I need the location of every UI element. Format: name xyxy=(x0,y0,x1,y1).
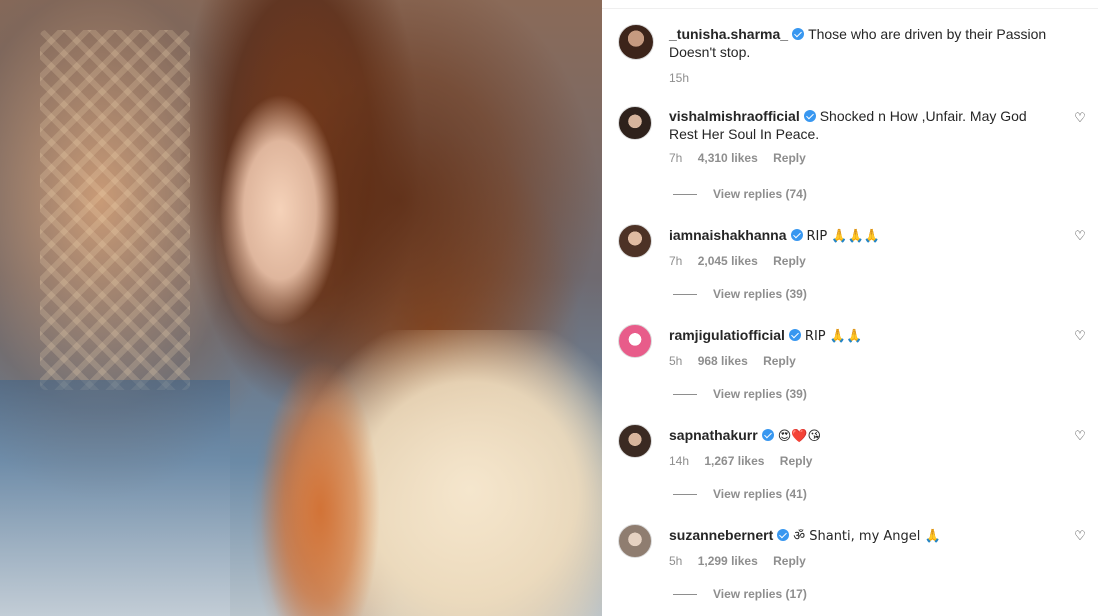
comment-time[interactable]: 5h xyxy=(669,554,682,568)
comment-text: RIP 🙏🙏🙏 xyxy=(806,229,880,244)
heart-outline-icon[interactable]: ♡ xyxy=(1073,111,1087,125)
comment-likes[interactable]: 1,299 likes xyxy=(698,554,758,568)
post-photo[interactable] xyxy=(0,0,602,616)
commenter-username[interactable]: sapnathakurr xyxy=(669,427,758,443)
commenter-username[interactable]: ramjigulatiofficial xyxy=(669,327,785,343)
reply-button[interactable]: Reply xyxy=(773,554,806,568)
commenter-avatar[interactable] xyxy=(618,224,652,258)
comment-likes[interactable]: 4,310 likes xyxy=(698,151,758,165)
author-avatar[interactable] xyxy=(618,24,654,60)
commenter-username[interactable]: iamnaishakhanna xyxy=(669,227,787,243)
heart-outline-icon[interactable]: ♡ xyxy=(1073,429,1087,443)
comment-item: ramjigulatiofficial RIP 🙏🙏 5h 968 likes R… xyxy=(618,324,1098,414)
author-username[interactable]: _tunisha.sharma_ xyxy=(669,26,788,42)
comment-likes[interactable]: 2,045 likes xyxy=(698,254,758,268)
replies-dash xyxy=(673,293,697,295)
reply-button[interactable]: Reply xyxy=(773,254,806,268)
commenter-avatar[interactable] xyxy=(618,424,652,458)
verified-badge-icon xyxy=(761,429,774,441)
heart-outline-icon[interactable]: ♡ xyxy=(1073,529,1087,543)
view-replies-button[interactable]: View replies (41) xyxy=(673,487,807,501)
comment-time[interactable]: 7h xyxy=(669,254,682,268)
view-replies-label: View replies (41) xyxy=(713,487,807,501)
comment-item: vishalmishraofficial Shocked n How ,Unfai… xyxy=(618,106,1098,206)
heart-outline-icon[interactable]: ♡ xyxy=(1073,229,1087,243)
background-carving xyxy=(40,30,190,390)
comment-text: 😍❤️😘 xyxy=(777,429,821,444)
commenter-username[interactable]: suzannebernert xyxy=(669,527,773,543)
comment-item: suzannebernert ॐ Shanti, my Angel 🙏 5h 1,… xyxy=(618,524,1098,614)
verified-badge-icon xyxy=(790,229,803,241)
comment-time[interactable]: 5h xyxy=(669,354,682,368)
comment-likes[interactable]: 1,267 likes xyxy=(704,454,764,468)
comment-text: RIP 🙏🙏 xyxy=(804,329,863,344)
verified-badge-icon xyxy=(792,28,805,40)
comment-time[interactable]: 7h xyxy=(669,151,682,165)
heart-outline-icon[interactable]: ♡ xyxy=(1073,329,1087,343)
commenter-avatar[interactable] xyxy=(618,324,652,358)
post-caption: _tunisha.sharma_ Those who are driven by … xyxy=(618,24,1098,94)
view-replies-button[interactable]: View replies (39) xyxy=(673,387,807,401)
reply-button[interactable]: Reply xyxy=(773,151,806,165)
reply-button[interactable]: Reply xyxy=(780,454,813,468)
view-replies-label: View replies (74) xyxy=(713,187,807,201)
commenter-avatar[interactable] xyxy=(618,524,652,558)
verified-badge-icon xyxy=(788,329,801,341)
verified-badge-icon xyxy=(777,529,790,541)
commenter-username[interactable]: vishalmishraofficial xyxy=(669,108,800,124)
replies-dash xyxy=(673,493,697,495)
replies-dash xyxy=(673,593,697,595)
comment-item: sapnathakurr 😍❤️😘 14h 1,267 likes Reply ♡… xyxy=(618,424,1098,514)
view-replies-label: View replies (39) xyxy=(713,387,807,401)
comment-item: iamnaishakhanna RIP 🙏🙏🙏 7h 2,045 likes Re… xyxy=(618,224,1098,314)
replies-dash xyxy=(673,193,697,195)
photo-dress xyxy=(250,330,602,616)
caption-time[interactable]: 15h xyxy=(669,71,689,85)
commenter-avatar[interactable] xyxy=(618,106,652,140)
reply-button[interactable]: Reply xyxy=(763,354,796,368)
comment-likes[interactable]: 968 likes xyxy=(698,354,748,368)
comment-text: ॐ Shanti, my Angel 🙏 xyxy=(793,529,941,544)
view-replies-button[interactable]: View replies (39) xyxy=(673,287,807,301)
verified-badge-icon xyxy=(803,110,816,122)
view-replies-label: View replies (17) xyxy=(713,587,807,601)
replies-dash xyxy=(673,393,697,395)
photo-face xyxy=(220,95,340,325)
view-replies-button[interactable]: View replies (17) xyxy=(673,587,807,601)
view-replies-button[interactable]: View replies (74) xyxy=(673,187,807,201)
comment-time[interactable]: 14h xyxy=(669,454,689,468)
view-replies-label: View replies (39) xyxy=(713,287,807,301)
panel-divider xyxy=(602,8,1098,9)
